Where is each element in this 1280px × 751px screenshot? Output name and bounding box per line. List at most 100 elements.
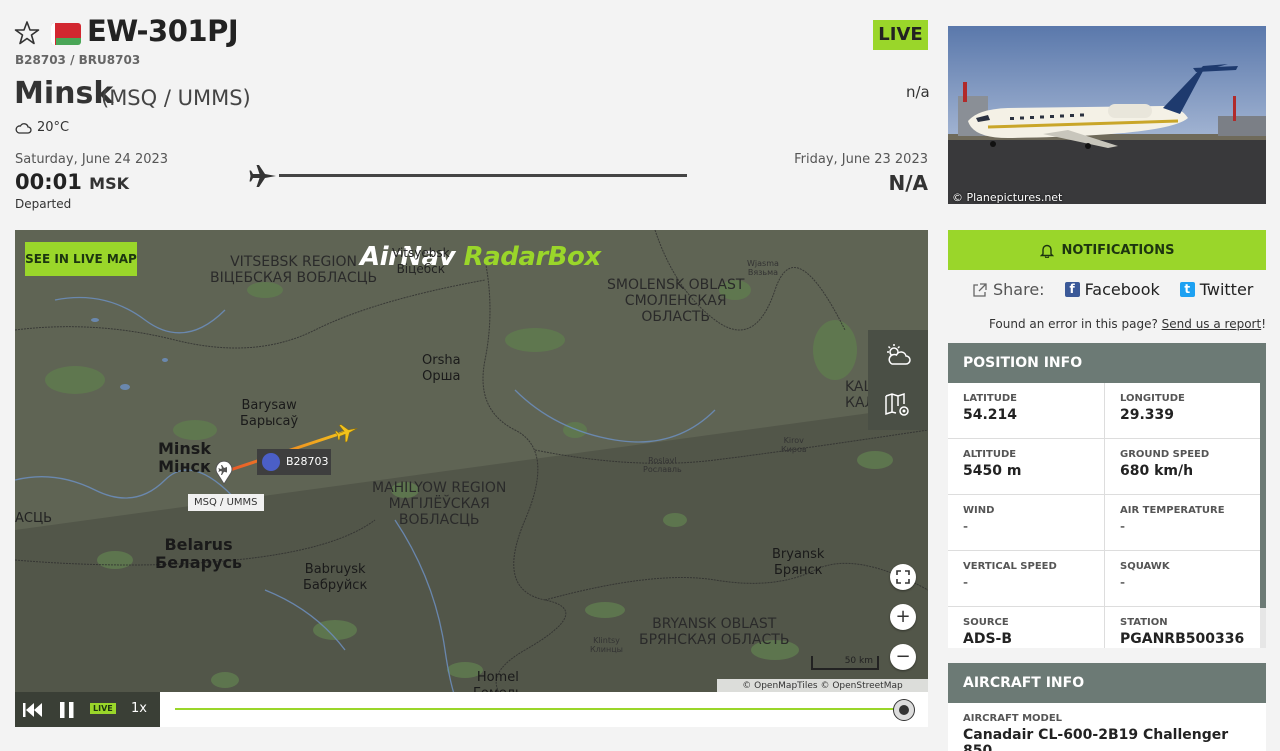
weather: 20°C: [15, 120, 69, 135]
aircraft-info-header: AIRCRAFT INFO: [948, 663, 1266, 703]
zoom-in-button[interactable]: +: [890, 604, 916, 630]
map-settings-button[interactable]: [868, 380, 928, 430]
position-label: LATITUDE: [963, 393, 1017, 404]
position-label: LONGITUDE: [1120, 393, 1185, 404]
position-value: ADS-B: [963, 631, 1013, 647]
share-label: Share:: [993, 280, 1045, 299]
position-value: -: [1120, 519, 1126, 535]
belarus-flag-icon: [51, 23, 81, 45]
error-report-line: Found an error in this page? Send us a r…: [989, 317, 1266, 331]
position-ground-speed: GROUND SPEED 680 km/h: [1104, 439, 1260, 495]
position-longitude: LONGITUDE 29.339: [1104, 383, 1260, 439]
flight-progress-track: [249, 162, 689, 190]
playback-knob[interactable]: [894, 700, 914, 720]
fullscreen-icon: [896, 570, 910, 584]
flight-route: [223, 430, 346, 474]
airline-logo-icon: [262, 453, 280, 471]
position-value: -: [963, 519, 969, 535]
cloud-icon: [15, 123, 32, 134]
airport-tag[interactable]: MSQ / UMMS: [188, 494, 264, 511]
position-scrollbar[interactable]: [1260, 383, 1266, 648]
position-source: SOURCE ADS-B: [948, 607, 1104, 648]
weather-layer-button[interactable]: [868, 330, 928, 380]
position-value: 680 km/h: [1120, 463, 1194, 479]
position-value: 5450 m: [963, 463, 1022, 479]
notifications-label: NOTIFICATIONS: [1061, 242, 1175, 258]
twitter-icon: t: [1179, 282, 1195, 297]
share-icon: [973, 282, 987, 297]
departure-status: Departed: [15, 197, 72, 211]
position-value: -: [1120, 575, 1126, 591]
progress-line: [279, 174, 687, 177]
pause-icon[interactable]: [60, 702, 74, 718]
facebook-label: Facebook: [1084, 280, 1160, 299]
position-info-header: POSITION INFO: [948, 343, 1266, 383]
origin-city: Minsk: [14, 76, 114, 111]
departure-time: 00:01 MSK: [15, 170, 129, 194]
position-label: SOURCE: [963, 617, 1009, 628]
playback-speed[interactable]: 1x: [131, 701, 147, 716]
departure-date: Saturday, June 24 2023: [15, 152, 169, 167]
rewind-icon[interactable]: [23, 702, 43, 718]
arrival-date: Friday, June 23 2023: [794, 152, 928, 167]
position-label: STATION: [1120, 617, 1168, 628]
map-side-tools: [868, 330, 928, 430]
position-station: STATION PGANRB500336: [1104, 607, 1260, 648]
position-value: -: [963, 575, 969, 591]
arrival-time: N/A: [888, 171, 928, 195]
departure-time-value: 00:01: [15, 170, 82, 194]
twitter-share-button[interactable]: t Twitter: [1179, 280, 1253, 299]
temperature: 20°C: [37, 120, 70, 135]
send-report-link[interactable]: Send us a report: [1162, 317, 1262, 331]
facebook-share-button[interactable]: f Facebook: [1064, 280, 1160, 299]
position-label: WIND: [963, 505, 995, 516]
fullscreen-button[interactable]: [890, 564, 916, 590]
map-scale: 50 km: [811, 656, 879, 670]
position-value: PGANRB500336: [1120, 631, 1245, 647]
aircraft-tag-label: B28703: [286, 455, 329, 468]
position-info-grid: LATITUDE 54.214 LONGITUDE 29.339 ALTITUD…: [948, 383, 1266, 648]
zoom-out-button[interactable]: −: [890, 644, 916, 670]
position-latitude: LATITUDE 54.214: [948, 383, 1104, 439]
flight-map[interactable]: SEE IN LIVE MAP AirNav RadarBox VITSEBSK…: [15, 230, 928, 727]
position-value: 54.214: [963, 407, 1018, 423]
cloud-sun-icon: [887, 344, 911, 365]
callsign: B28703 / BRU8703: [15, 53, 141, 67]
position-altitude: ALTITUDE 5450 m: [948, 439, 1104, 495]
position-vertical-speed: VERTICAL SPEED -: [948, 551, 1104, 607]
notifications-button[interactable]: NOTIFICATIONS: [948, 230, 1266, 270]
playback-controls: LIVE 1x: [15, 692, 160, 727]
facebook-icon: f: [1064, 282, 1080, 297]
map-attribution[interactable]: © OpenMapTiles © OpenStreetMap contribut…: [717, 679, 928, 705]
origin-airport-pin-icon[interactable]: [214, 459, 234, 485]
position-label: AIR TEMPERATURE: [1120, 505, 1225, 516]
position-air-temperature: AIR TEMPERATURE -: [1104, 495, 1260, 551]
departure-timezone: MSK: [89, 174, 130, 193]
aircraft-model-value: Canadair CL-600-2B19 Challenger 850: [963, 727, 1229, 751]
photo-credit[interactable]: © Planepictures.net: [952, 191, 1062, 204]
position-wind: WIND -: [948, 495, 1104, 551]
position-label: VERTICAL SPEED: [963, 561, 1057, 572]
error-text: Found an error in this page?: [988, 317, 1162, 331]
aircraft-photo[interactable]: © Planepictures.net: [948, 26, 1266, 204]
live-badge: LIVE: [873, 20, 928, 50]
destination-value: n/a: [906, 83, 930, 101]
origin-codes: (MSQ / UMMS): [101, 86, 251, 110]
scrollbar-thumb[interactable]: [1260, 383, 1266, 608]
registration-title: EW-301PJ: [87, 14, 239, 48]
position-label: GROUND SPEED: [1120, 449, 1210, 460]
aircraft-model-label: AIRCRAFT MODEL: [963, 713, 1063, 724]
aircraft-info-body: AIRCRAFT MODEL Canadair CL-600-2B19 Chal…: [948, 703, 1266, 751]
position-squawk: SQUAWK -: [1104, 551, 1260, 607]
playback-live-button[interactable]: LIVE: [90, 703, 116, 714]
favorite-star-icon[interactable]: [14, 20, 40, 46]
aircraft-tag[interactable]: B28703: [257, 449, 331, 475]
bell-icon: [1039, 244, 1054, 258]
playback-timeline[interactable]: [175, 708, 902, 710]
playback-bar: LIVE 1x: [15, 692, 928, 727]
error-tail: !: [1261, 317, 1266, 331]
position-value: 29.339: [1120, 407, 1175, 423]
position-label: ALTITUDE: [963, 449, 1017, 460]
position-label: SQUAWK: [1120, 561, 1170, 572]
airplane-icon: [249, 165, 276, 187]
